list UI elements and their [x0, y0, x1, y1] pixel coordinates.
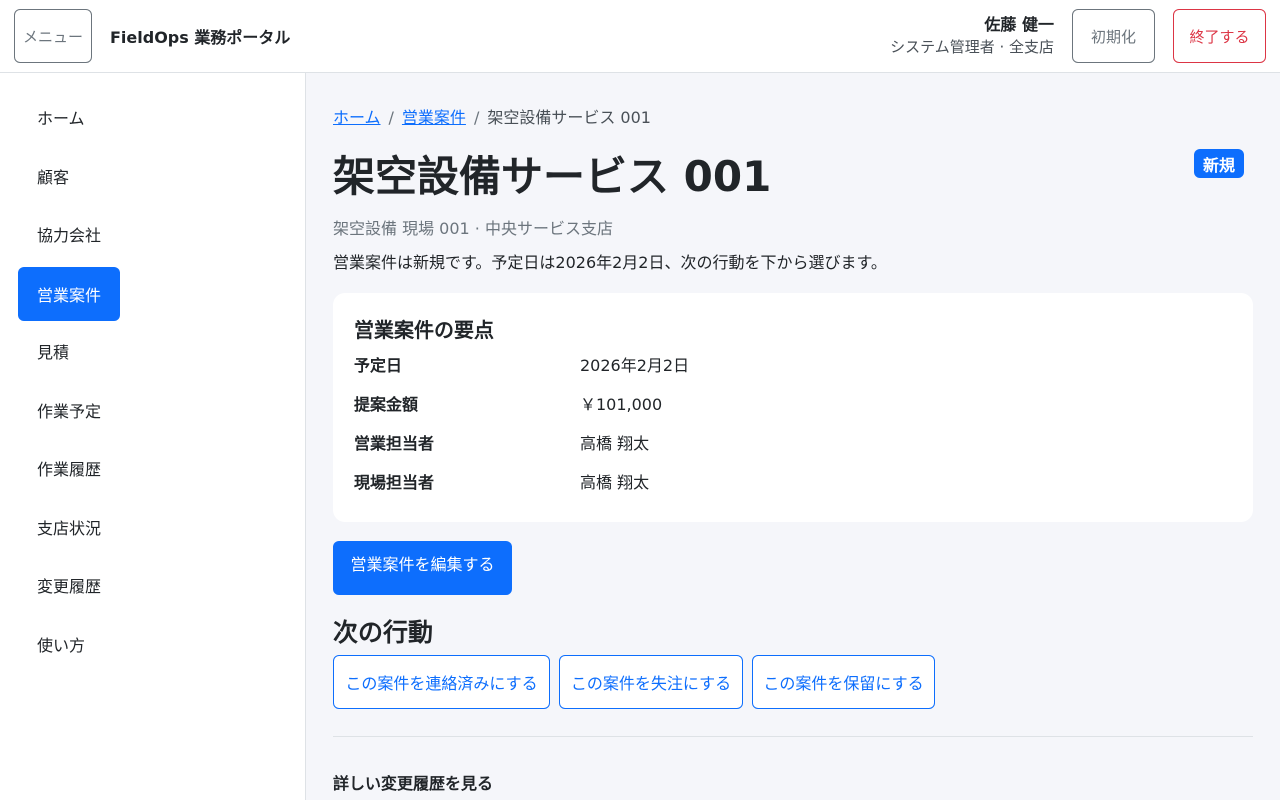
breadcrumb-current: 架空設備サービス 001: [487, 108, 651, 127]
sidebar-item-home[interactable]: ホーム: [18, 90, 104, 144]
sidebar-item-customers[interactable]: 顧客: [18, 149, 88, 203]
sidebar-item-quotes[interactable]: 見積: [18, 324, 88, 378]
summary-card: 営業案件の要点 予定日 2026年2月2日 提案金額 ￥101,000 営業担当…: [333, 293, 1253, 522]
detail-label: 営業担当者: [354, 434, 435, 453]
detail-label: 現場担当者: [354, 473, 435, 492]
detail-label: 予定日: [354, 356, 403, 375]
breadcrumb-separator: /: [473, 108, 480, 127]
top-bar: メニュー FieldOps 業務ポータル 佐藤 健一 システム管理者 · 全支店…: [0, 0, 1280, 73]
detail-label: 提案金額: [354, 395, 419, 414]
detail-value: 高橋 翔太: [580, 473, 650, 492]
sidebar-item-help[interactable]: 使い方: [18, 617, 104, 671]
sidebar-item-work-schedule[interactable]: 作業予定: [18, 383, 120, 437]
sidebar-item-change-history[interactable]: 変更履歴: [18, 558, 120, 612]
breadcrumb: ホーム / 営業案件 / 架空設備サービス 001: [333, 104, 651, 128]
breadcrumb-home-link[interactable]: ホーム: [333, 108, 381, 127]
breadcrumb-section-link[interactable]: 営業案件: [402, 108, 466, 127]
app-title: FieldOps 業務ポータル: [110, 28, 291, 47]
mark-contacted-button[interactable]: この案件を連絡済みにする: [333, 655, 550, 709]
sidebar-item-sales-cases[interactable]: 営業案件: [18, 267, 121, 321]
breadcrumb-separator: /: [388, 108, 394, 127]
menu-button[interactable]: メニュー: [14, 9, 92, 63]
card-title: 営業案件の要点: [354, 318, 494, 342]
sidebar-item-branch-status[interactable]: 支店状況: [18, 500, 120, 554]
detail-value: ￥101,000: [580, 395, 663, 414]
mark-lost-button[interactable]: この案件を失注にする: [559, 655, 743, 709]
status-badge: 新規: [1194, 149, 1245, 178]
sidebar-item-work-history[interactable]: 作業履歴: [18, 441, 120, 495]
page-title: 架空設備サービス 001: [333, 152, 772, 201]
user-role: システム管理者 · 全支店: [890, 38, 1054, 56]
mark-on-hold-button[interactable]: この案件を保留にする: [752, 655, 935, 709]
status-summary: 営業案件は新規です。予定日は2026年2月2日、次の行動を下から選びます。: [333, 253, 887, 272]
main-content: ホーム / 営業案件 / 架空設備サービス 001 架空設備サービス 001 新規 架空…: [306, 73, 1280, 800]
view-change-history-link[interactable]: 詳しい変更履歴を見る: [333, 770, 493, 794]
user-info: 佐藤 健一 システム管理者 · 全支店: [890, 14, 1054, 58]
exit-button[interactable]: 終了する: [1173, 9, 1266, 63]
detail-value: 2026年2月2日: [580, 356, 690, 375]
user-name: 佐藤 健一: [984, 15, 1054, 34]
divider: [333, 736, 1253, 737]
sidebar-item-partners[interactable]: 協力会社: [18, 207, 120, 261]
detail-value: 高橋 翔太: [580, 434, 650, 453]
sidebar: ホーム 顧客 協力会社 営業案件 見積 作業予定 作業履歴 支店状況 変更履歴 …: [0, 73, 306, 800]
page-subtitle: 架空設備 現場 001 · 中央サービス支店: [333, 219, 613, 238]
reset-button[interactable]: 初期化: [1072, 9, 1155, 63]
next-actions-title: 次の行動: [333, 618, 434, 647]
edit-case-button[interactable]: 営業案件を編集する: [333, 541, 512, 595]
